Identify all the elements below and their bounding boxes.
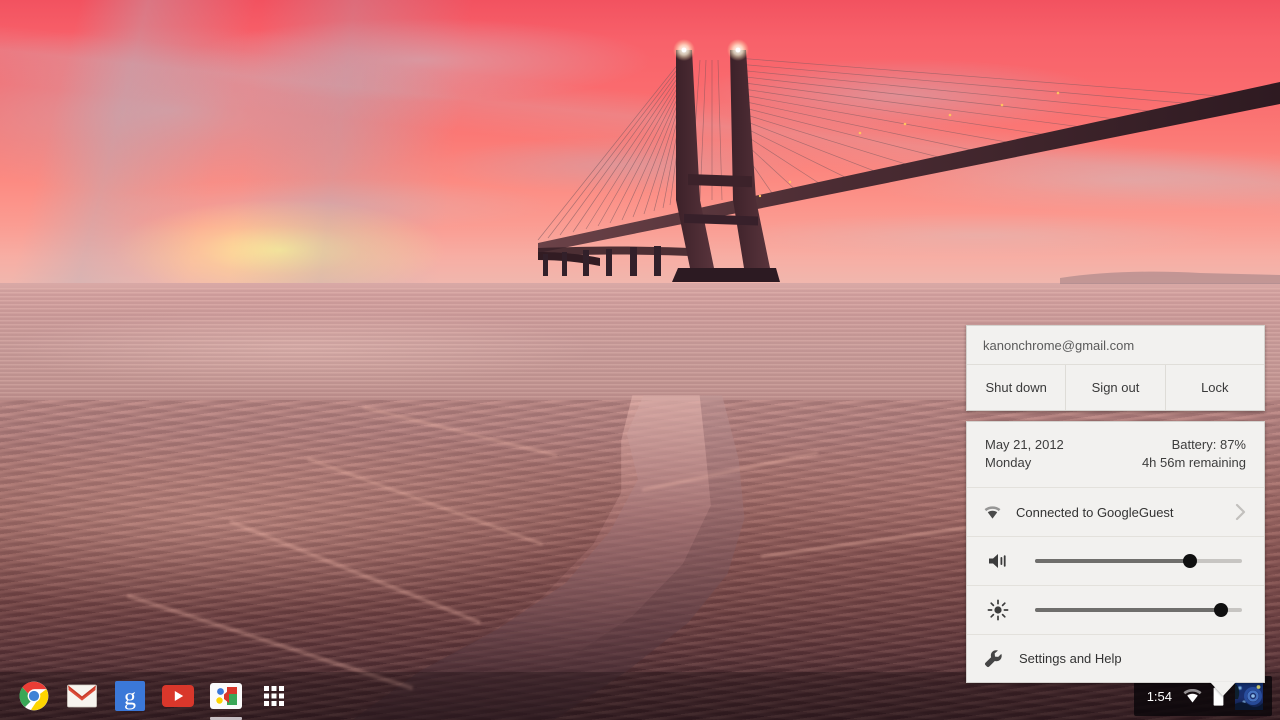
shelf-app-gmail[interactable] [58,672,106,720]
shut-down-label: Shut down [985,380,1047,395]
battery-percent-text: Battery: 87% [1171,437,1246,452]
weekday-text: Monday [985,455,1032,470]
shut-down-button[interactable]: Shut down [967,365,1065,410]
tray-popup-tail [1210,682,1236,696]
settings-and-help-label: Settings and Help [1019,651,1122,666]
sign-out-button[interactable]: Sign out [1065,365,1164,410]
user-email: kanonchrome@gmail.com [983,338,1135,353]
avatar-starry-night [1235,682,1263,710]
wrench-icon [983,649,1003,668]
system-tray-popup: kanonchrome@gmail.com Shut down Sign out… [966,325,1265,696]
brightness-icon[interactable] [983,599,1013,621]
shelf-app-list: g [10,672,298,720]
user-card: kanonchrome@gmail.com Shut down Sign out… [966,325,1265,411]
volume-slider[interactable] [1035,554,1242,568]
wifi-icon [983,505,1001,519]
shelf-app-google-search[interactable]: g [106,672,154,720]
google-apps-icon [210,683,242,709]
volume-slider-fill [1035,559,1191,563]
volume-icon[interactable] [983,552,1013,570]
sign-out-label: Sign out [1091,380,1140,395]
user-avatar[interactable] [1235,682,1263,710]
shelf-app-launcher[interactable] [250,672,298,720]
wallpaper-bridge [537,39,1280,284]
date-battery-row: May 21, 2012 Monday Battery: 87% 4h 56m … [967,422,1264,487]
brightness-slider-thumb[interactable] [1214,603,1229,617]
date-block: May 21, 2012 Monday [985,436,1064,472]
brightness-slider[interactable] [1035,603,1242,617]
lock-label: Lock [1201,380,1229,395]
shelf-app-google-docs[interactable] [202,672,250,720]
date-text: May 21, 2012 [985,437,1064,452]
shelf-app-chrome[interactable] [10,672,58,720]
network-row[interactable]: Connected to GoogleGuest [967,487,1264,536]
brightness-slider-fill [1035,608,1222,612]
chevron-right-icon [1235,503,1252,521]
wifi-icon[interactable] [1183,689,1202,703]
battery-remaining-text: 4h 56m remaining [1141,455,1246,470]
brightness-row [967,585,1264,634]
tray-main-card: May 21, 2012 Monday Battery: 87% 4h 56m … [966,421,1265,696]
user-action-bar: Shut down Sign out Lock [967,364,1264,410]
youtube-icon [162,685,194,707]
shelf-app-youtube[interactable] [154,672,202,720]
chrome-icon [19,681,49,711]
battery-block: Battery: 87% 4h 56m remaining [1142,436,1246,472]
lock-button[interactable]: Lock [1164,365,1264,410]
volume-row [967,536,1264,585]
apps-grid-icon [264,686,284,706]
svg-text:g: g [124,685,136,711]
google-search-icon: g [115,681,145,711]
network-label: Connected to GoogleGuest [1016,504,1174,520]
gmail-icon [67,684,97,708]
chromeos-desktop: kanonchrome@gmail.com Shut down Sign out… [0,0,1280,720]
status-tray-clock: 1:54 [1146,688,1172,704]
volume-slider-thumb[interactable] [1183,554,1198,568]
settings-and-help-row[interactable]: Settings and Help [967,634,1264,682]
